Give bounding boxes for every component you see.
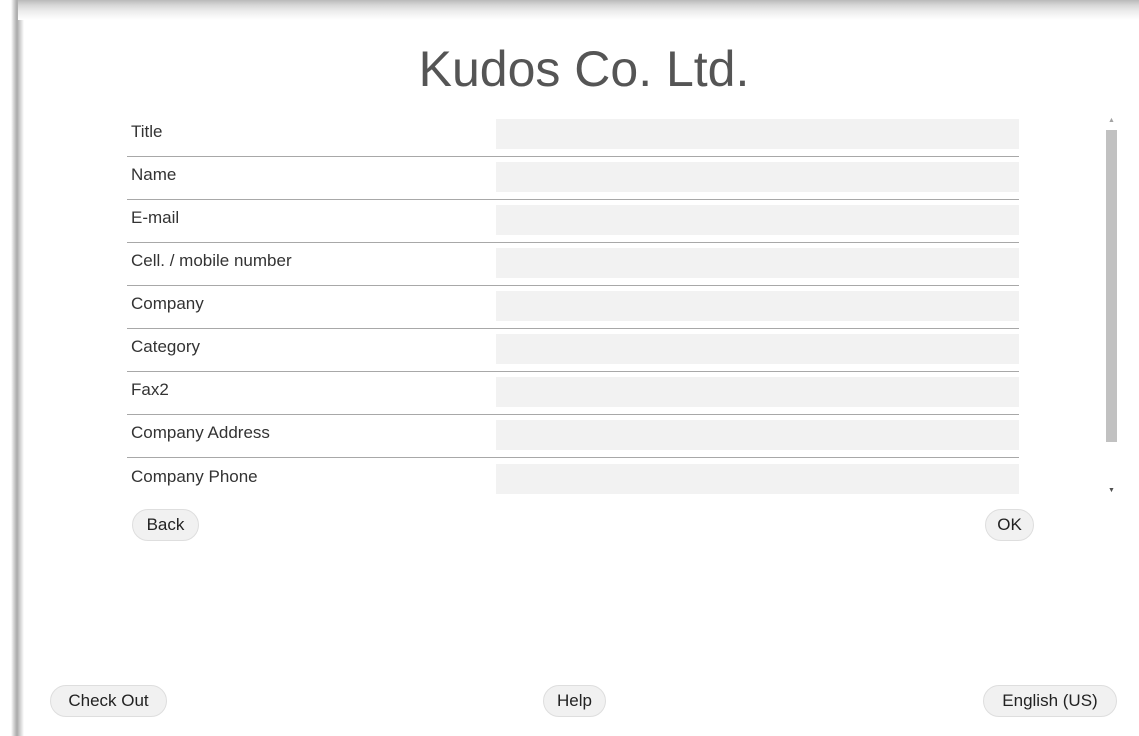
scrollbar-thumb[interactable] [1106,130,1117,442]
check-out-button[interactable]: Check Out [50,685,167,717]
title-field[interactable] [496,119,1019,149]
window-top-edge [18,0,1139,20]
help-button[interactable]: Help [543,685,606,717]
email-field[interactable] [496,205,1019,235]
page-title: Kudos Co. Ltd. [418,41,750,97]
app-window: Kudos Co. Ltd. Title Name E-mail Cell. /… [0,0,1139,736]
triangle-up-icon[interactable]: ▲ [1103,112,1120,129]
category-field[interactable] [496,334,1019,364]
triangle-down-icon[interactable]: ▼ [1103,482,1120,499]
form-row-email: E-mail [127,199,1019,243]
ok-button[interactable]: OK [985,509,1034,541]
company-address-label: Company Address [131,423,270,442]
form-row-fax2: Fax2 [127,371,1019,415]
window-left-edge [0,0,24,736]
company-phone-field[interactable] [496,464,1019,494]
company-address-field[interactable] [496,420,1019,450]
fax2-label: Fax2 [131,380,169,399]
form-row-title: Title [127,113,1019,157]
contact-form: Title Name E-mail Cell. / mobile number … [127,113,1023,498]
form-row-company-address: Company Address [127,414,1019,458]
fax2-field[interactable] [496,377,1019,407]
form-scrollbar[interactable]: ▲ ▼ [1103,112,1120,499]
company-field[interactable] [496,291,1019,321]
form-row-category: Category [127,328,1019,372]
mobile-number-field[interactable] [496,248,1019,278]
company-phone-label: Company Phone [131,467,258,486]
form-row-company: Company [127,285,1019,329]
email-label: E-mail [131,208,180,227]
form-row-mobile: Cell. / mobile number [127,242,1019,286]
name-label: Name [131,165,177,184]
form-row-company-phone: Company Phone [127,458,1019,498]
back-button[interactable]: Back [132,509,199,541]
title-label: Title [131,122,163,141]
language-button[interactable]: English (US) [983,685,1117,717]
category-label: Category [131,337,200,356]
name-field[interactable] [496,162,1019,192]
form-row-name: Name [127,156,1019,200]
company-label: Company [131,294,204,313]
mobile-label: Cell. / mobile number [131,251,292,270]
